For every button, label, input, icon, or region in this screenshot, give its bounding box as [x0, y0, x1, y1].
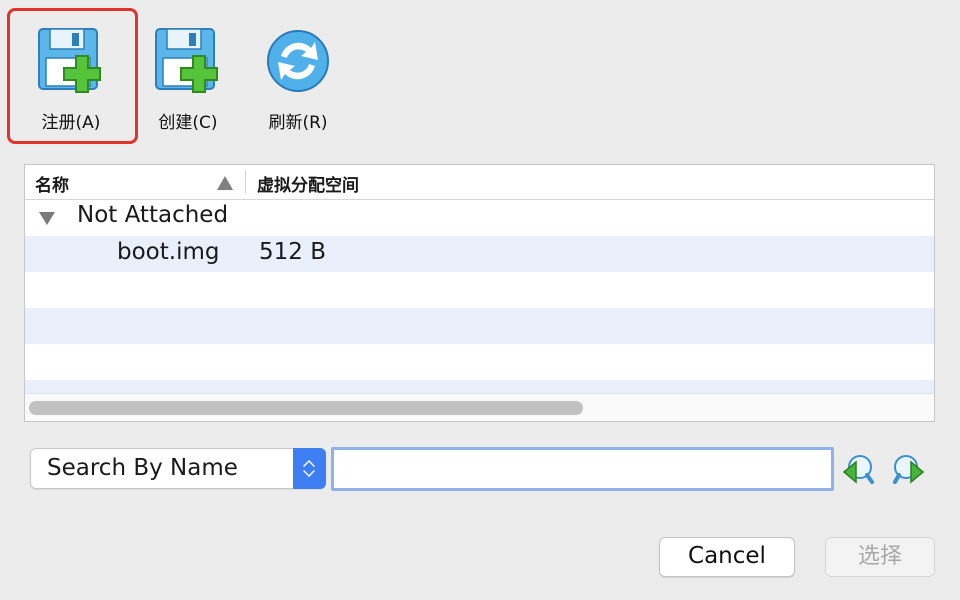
column-header-name[interactable]: 名称: [35, 171, 69, 196]
register-label: 注册(A): [41, 113, 101, 133]
refresh-icon: [267, 30, 329, 92]
medium-tree[interactable]: 名称 虚拟分配空间 Not Attached boot.img 512 B: [24, 164, 935, 422]
column-header-virtual-size[interactable]: 虚拟分配空间: [257, 171, 359, 196]
tree-header: 名称 虚拟分配空间: [25, 165, 934, 200]
horizontal-scrollbar[interactable]: [25, 393, 934, 421]
refresh-label: 刷新(R): [268, 113, 328, 133]
empty-row: [25, 308, 934, 344]
group-label: Not Attached: [77, 202, 229, 228]
search-mode-select[interactable]: Search By Name: [30, 448, 326, 489]
cancel-button[interactable]: Cancel: [659, 537, 795, 577]
toolbar: 注册(A) 创建(C) 刷新(R): [0, 0, 960, 150]
floppy-add-icon: [38, 28, 101, 93]
search-input[interactable]: [331, 447, 834, 491]
refresh-button[interactable]: 刷新(R): [237, 10, 359, 140]
scrollbar-thumb[interactable]: [29, 401, 583, 415]
create-label: 创建(C): [158, 113, 218, 133]
choose-button[interactable]: 选择: [825, 537, 935, 577]
list-item[interactable]: boot.img 512 B: [25, 236, 934, 272]
expand-triangle-icon[interactable]: [39, 212, 55, 225]
create-button[interactable]: 创建(C): [127, 10, 249, 140]
search-next-icon[interactable]: [893, 452, 927, 486]
empty-row: [25, 272, 934, 308]
item-name: boot.img: [117, 239, 220, 265]
empty-row: [25, 344, 934, 380]
group-row-not-attached[interactable]: Not Attached: [25, 200, 934, 236]
search-prev-icon[interactable]: [840, 452, 874, 486]
register-button[interactable]: 注册(A): [10, 10, 132, 140]
floppy-add-icon: [155, 28, 218, 93]
select-stepper-icon[interactable]: [293, 448, 326, 489]
search-mode-value: Search By Name: [47, 455, 238, 481]
item-size: 512 B: [259, 239, 326, 265]
sort-ascending-icon[interactable]: [217, 176, 233, 190]
column-separator[interactable]: [245, 171, 246, 193]
